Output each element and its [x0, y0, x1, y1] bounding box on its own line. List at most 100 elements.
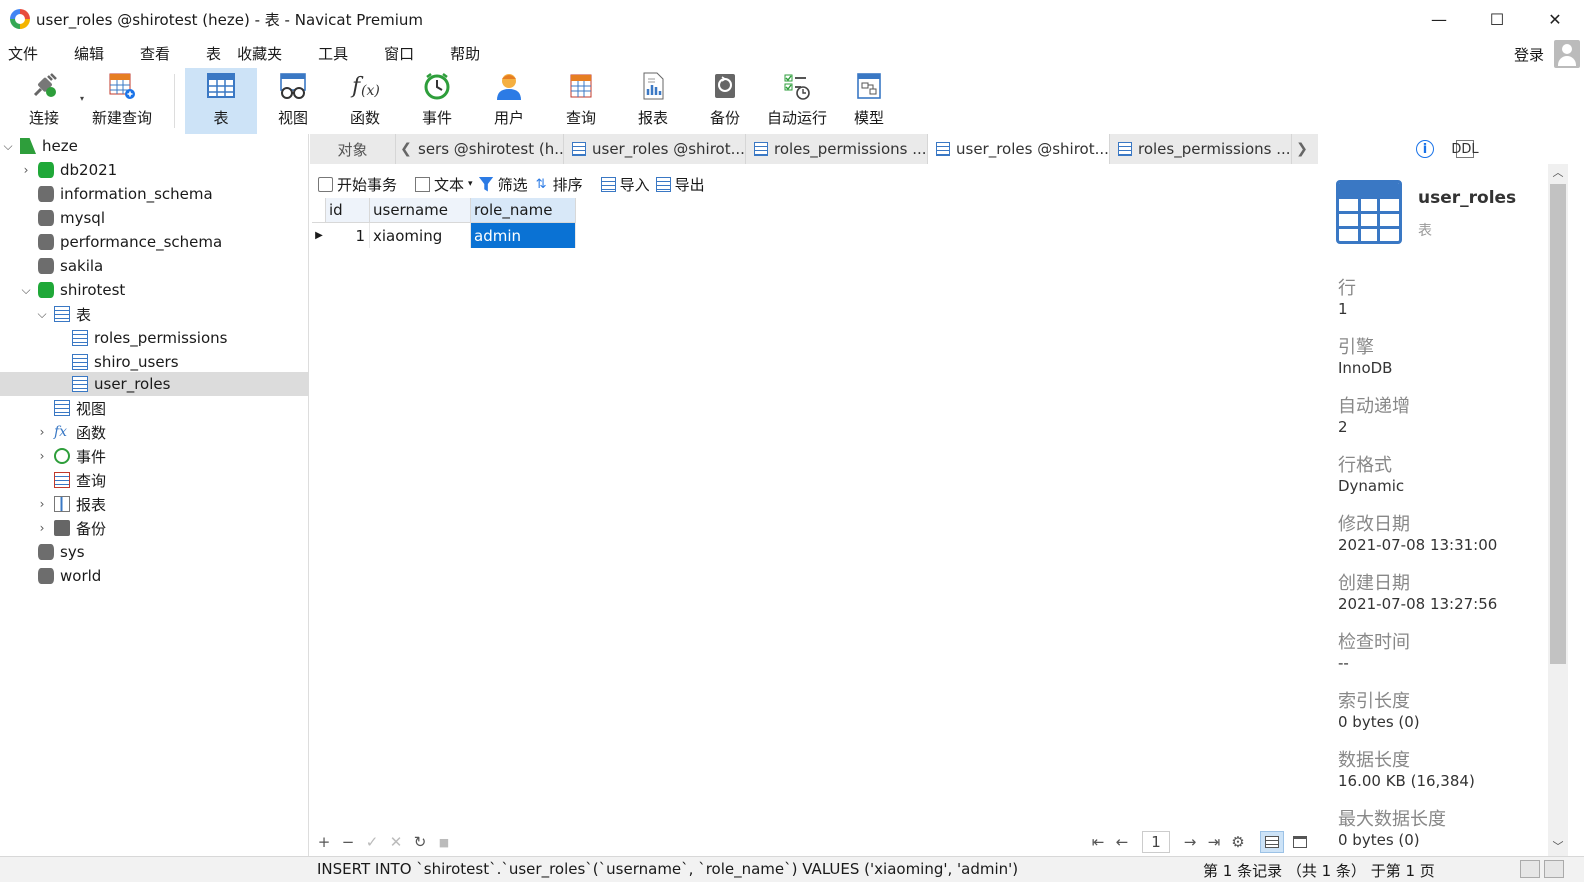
toolbar-view-button[interactable]: 视图 [257, 68, 329, 134]
plug-icon [29, 71, 59, 101]
prev-page-icon[interactable]: ← [1110, 833, 1134, 851]
chevron-down-icon[interactable]: ⌵ [0, 139, 16, 154]
table-cell[interactable]: xiaoming [370, 223, 471, 248]
table-cell[interactable]: admin [471, 223, 576, 248]
column-header-id[interactable]: id [326, 198, 370, 223]
toolbar-event-button[interactable]: 事件 [401, 68, 473, 134]
panel-toggle-icon[interactable] [1544, 860, 1564, 878]
toolbar-new-query-button[interactable]: 新建查询 [80, 68, 164, 134]
menu-file[interactable]: 文件 [0, 43, 52, 64]
add-record-button[interactable]: + [312, 833, 336, 851]
tree-item-backups[interactable]: › 备份 [0, 516, 309, 540]
discard-changes-button[interactable]: ✕ [384, 833, 408, 851]
tree-item-shirotest[interactable]: ⌵ shirotest [0, 278, 309, 302]
toolbar-model-button[interactable]: 模型 [833, 68, 905, 134]
table-cell[interactable]: 1 [326, 223, 370, 248]
tree-item-views[interactable]: 视图 [0, 396, 309, 420]
form-view-button[interactable] [1288, 831, 1312, 853]
tree-item-functions[interactable]: › fx 函数 [0, 420, 309, 444]
main-toolbar: 连接 ▾ 新建查询 表 视图 f (x) 函数 事件 用户 查询 报表 备份 自… [0, 68, 1584, 134]
tab-roles-permissions-design[interactable]: roles_permissions ... [746, 134, 928, 164]
minimize-button[interactable]: — [1410, 0, 1468, 38]
menu-favorites[interactable]: 收藏夹 [229, 43, 296, 64]
tree-item-db2021[interactable]: › db2021 [0, 158, 309, 182]
tree-item-performance-schema[interactable]: performance_schema [0, 230, 309, 254]
prop-value-data-length: 16.00 KB (16,384) [1338, 772, 1475, 790]
toolbar-user-button[interactable]: 用户 [473, 68, 545, 134]
chevron-down-icon[interactable]: ▾ [468, 179, 473, 189]
menu-window[interactable]: 窗口 [376, 43, 428, 64]
column-header-role-name[interactable]: role_name [471, 198, 576, 223]
import-button[interactable]: 导入 [600, 174, 650, 195]
tree-item-roles-permissions[interactable]: roles_permissions [0, 326, 309, 350]
info-panel-scrollbar[interactable]: ︿ ﹀ [1548, 164, 1568, 856]
tree-item-queries[interactable]: 查询 [0, 468, 309, 492]
tree-item-world[interactable]: world [0, 564, 309, 588]
tree-item-events[interactable]: › 事件 [0, 444, 309, 468]
tab-scroll-left-icon[interactable]: ❮ [396, 134, 416, 164]
close-button[interactable]: ✕ [1526, 0, 1584, 38]
tab-shiro-users[interactable]: sers @shirotest (h... [416, 134, 564, 164]
toolbar-function-button[interactable]: f (x) 函数 [329, 68, 401, 134]
tree-item-heze[interactable]: ⌵ heze [0, 134, 309, 158]
text-view-button[interactable]: 文本 ▾ [415, 174, 473, 195]
filter-button[interactable]: 筛选 [478, 174, 528, 195]
menu-tools[interactable]: 工具 [310, 43, 362, 64]
tree-item-tables[interactable]: ⌵ 表 [0, 302, 309, 326]
first-page-icon[interactable]: ⇤ [1086, 833, 1110, 851]
toolbar-connect-button[interactable]: 连接 ▾ [8, 68, 84, 134]
window-title: user_roles @shirotest (heze) - 表 - Navic… [36, 10, 424, 29]
chevron-right-icon[interactable]: › [34, 521, 50, 535]
tab-roles-permissions-data[interactable]: roles_permissions ... [1110, 134, 1292, 164]
grid-view-button[interactable] [1260, 831, 1284, 853]
refresh-button[interactable]: ↻ [408, 833, 432, 851]
tab-user-roles-data[interactable]: user_roles @shirot... [928, 134, 1110, 164]
toolbar-query-button[interactable]: 查询 [545, 68, 617, 134]
tree-item-user-roles[interactable]: user_roles [0, 372, 309, 396]
export-button[interactable]: 导出 [655, 174, 705, 195]
last-page-icon[interactable]: ⇥ [1202, 833, 1226, 851]
tree-item-information-schema[interactable]: information_schema [0, 182, 309, 206]
chevron-down-icon[interactable]: ⌵ [34, 307, 50, 322]
panel-toggle-icon[interactable] [1520, 860, 1540, 878]
menu-help[interactable]: 帮助 [442, 43, 494, 64]
scroll-down-icon[interactable]: ﹀ [1548, 838, 1568, 856]
gear-icon[interactable]: ⚙ [1226, 833, 1250, 851]
chevron-right-icon[interactable]: › [34, 449, 50, 463]
tab-scroll-right-icon[interactable]: ❯ [1292, 134, 1312, 164]
toolbar-backup-button[interactable]: 备份 [689, 68, 761, 134]
scrollbar-thumb[interactable] [1550, 184, 1566, 664]
apply-changes-button[interactable]: ✓ [360, 833, 384, 851]
stop-button[interactable]: ■ [432, 836, 456, 849]
tree-item-reports[interactable]: › 报表 [0, 492, 309, 516]
scroll-up-icon[interactable]: ︿ [1548, 164, 1568, 182]
menu-view[interactable]: 查看 [132, 43, 184, 64]
begin-transaction-button[interactable]: 开始事务 [318, 174, 397, 195]
tab-objects[interactable]: 对象 [310, 134, 396, 164]
tree-item-shiro-users[interactable]: shiro_users [0, 350, 309, 374]
page-number-input[interactable]: 1 [1142, 831, 1170, 853]
database-icon [38, 544, 54, 560]
column-header-username[interactable]: username [370, 198, 471, 223]
delete-record-button[interactable]: − [336, 833, 360, 851]
chevron-down-icon[interactable]: ⌵ [18, 283, 34, 298]
tree-item-sys[interactable]: sys [0, 540, 309, 564]
toolbar-report-button[interactable]: 报表 [617, 68, 689, 134]
maximize-button[interactable]: ☐ [1468, 0, 1526, 38]
toolbar-automation-button[interactable]: 自动运行 [761, 68, 833, 134]
tree-item-sakila[interactable]: sakila [0, 254, 309, 278]
sort-button[interactable]: ⇅ 排序 [534, 174, 583, 195]
next-page-icon[interactable]: → [1178, 833, 1202, 851]
toolbar-table-button[interactable]: 表 [185, 68, 257, 134]
chevron-right-icon[interactable]: › [18, 163, 34, 177]
chevron-right-icon[interactable]: › [34, 425, 50, 439]
tree-item-mysql[interactable]: mysql [0, 206, 309, 230]
info-icon[interactable]: i [1416, 140, 1434, 158]
chevron-right-icon[interactable]: › [34, 497, 50, 511]
avatar-icon[interactable] [1554, 40, 1580, 68]
tab-user-roles-design[interactable]: user_roles @shirot... [564, 134, 746, 164]
menu-table[interactable]: 表 [198, 43, 229, 64]
ddl-icon[interactable]: DDL [1451, 140, 1479, 158]
menu-edit[interactable]: 编辑 [66, 43, 118, 64]
login-link[interactable]: 登录 [1514, 44, 1544, 65]
